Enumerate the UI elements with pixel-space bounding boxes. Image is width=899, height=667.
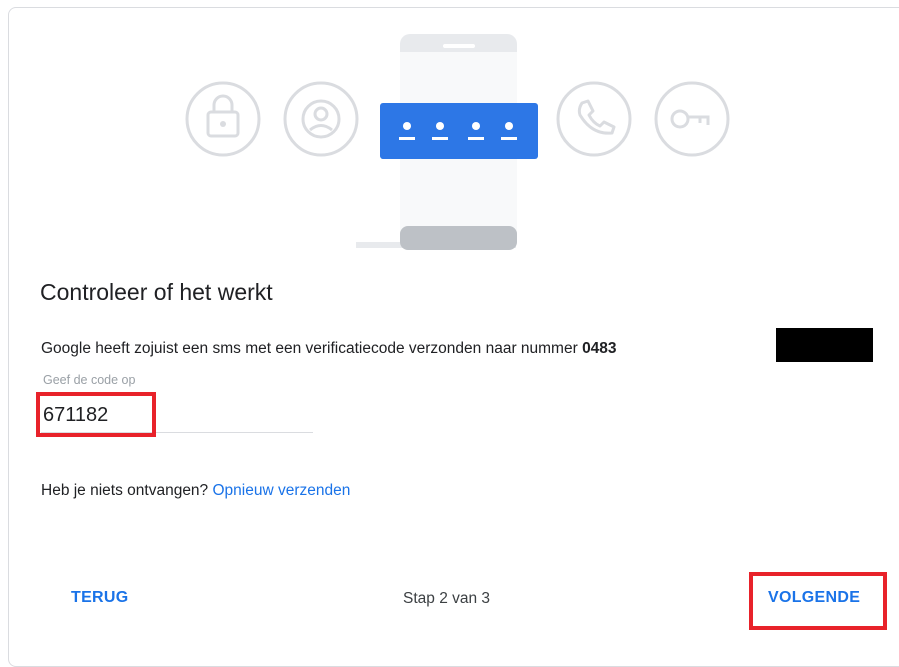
resend-link[interactable]: Opnieuw verzenden [213, 482, 351, 499]
resend-line: Heb je niets ontvangen? Opnieuw verzende… [41, 482, 350, 500]
verification-code-input[interactable] [41, 399, 313, 433]
description-text: Google heeft zojuist een sms met een ver… [41, 340, 583, 357]
code-field-label: Geef de code op [43, 373, 136, 387]
account-icon [283, 81, 359, 157]
sms-sent-description: Google heeft zojuist een sms met een ver… [41, 340, 617, 358]
back-button[interactable]: TERUG [71, 589, 129, 607]
lock-icon [185, 81, 261, 157]
resend-prompt: Heb je niets ontvangen? [41, 482, 209, 499]
redacted-phone-number [776, 328, 873, 362]
verification-illustration [185, 34, 730, 250]
key-icon [654, 81, 730, 157]
page-title: Controleer of het werkt [40, 279, 273, 305]
step-indicator: Stap 2 van 3 [403, 590, 491, 607]
phone-number-prefix: 0483 [582, 340, 617, 357]
next-button[interactable]: VOLGENDE [768, 589, 860, 607]
password-field-icon [380, 103, 538, 159]
phone-icon [556, 81, 632, 157]
